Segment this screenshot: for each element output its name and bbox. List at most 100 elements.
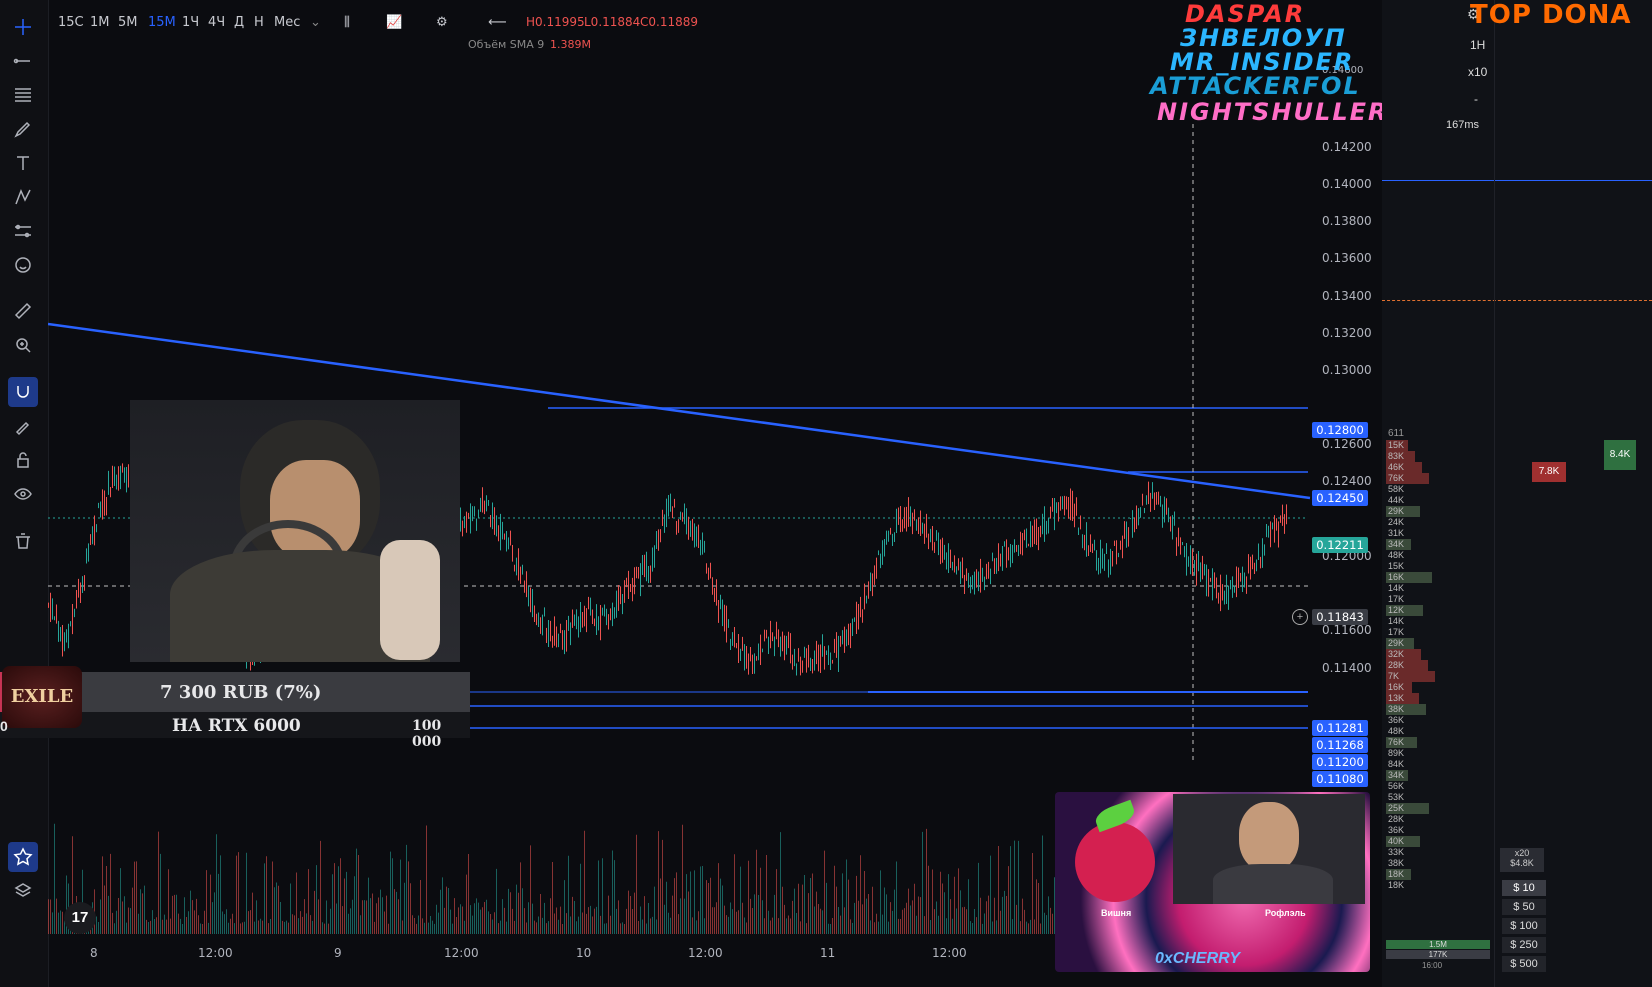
brush-icon[interactable] <box>8 114 38 144</box>
tick-0.130: 0.13000 <box>1322 363 1372 377</box>
guest-webcam <box>1173 794 1365 904</box>
dom-volume-cell: 29K <box>1386 506 1420 517</box>
bottom-time: 16:00 <box>1422 961 1443 970</box>
dom-volume-cell: 36K <box>1388 715 1405 725</box>
line-tool-icon[interactable]: ⟵ <box>488 15 507 30</box>
tick-0.116: 0.11600 <box>1322 623 1372 637</box>
ohlc-high: H0.11995 <box>526 15 585 29</box>
dom-volume-cell: 16K <box>1386 682 1412 693</box>
dom-volume-cell: 18K <box>1388 880 1405 890</box>
amount-50[interactable]: $ 50 <box>1502 899 1546 915</box>
game-logo: EXILE <box>2 666 82 728</box>
fib-icon[interactable] <box>8 80 38 110</box>
latency-label: 167ms <box>1446 119 1480 131</box>
tick-0.136: 0.13600 <box>1322 251 1372 265</box>
magnet-icon[interactable] <box>8 377 38 407</box>
badge-0.128: 0.12800 <box>1312 422 1368 438</box>
dom-volume-column: 15K 83K 46K 76K 58K 44K 29K 24K 31K 34K 48K 15K 16K 1… <box>1386 440 1446 891</box>
dash-label: - <box>1474 92 1478 106</box>
tf-d[interactable]: Д <box>234 15 244 30</box>
dom-volume-cell: 15K <box>1386 440 1408 451</box>
time-tick: 12:00 <box>688 946 723 960</box>
tf-15s[interactable]: 15С <box>58 15 84 30</box>
tf-4h[interactable]: 4Ч <box>208 15 225 30</box>
cherry-left-name: Вишня <box>1101 908 1132 918</box>
donation-zero: 0 <box>0 718 8 734</box>
multiplier-label[interactable]: x10 <box>1468 65 1487 79</box>
tf-5m[interactable]: 5М <box>118 15 138 30</box>
overlay-name-5: NIGHTSHULLER <box>1157 98 1389 126</box>
bubble-b: 8.4K <box>1604 440 1636 470</box>
dom-volume-cell: 32K <box>1386 649 1421 660</box>
tf-1m[interactable]: 1М <box>90 15 110 30</box>
dom-volume-cell: 56K <box>1388 781 1405 791</box>
prediction-icon[interactable] <box>8 216 38 246</box>
add-alert-icon[interactable]: + <box>1292 609 1308 625</box>
dom-volume-cell: 12K <box>1386 605 1423 616</box>
x20-box[interactable]: x20 $4.8K <box>1500 848 1544 872</box>
ohlc-close: C0.11889 <box>640 15 699 29</box>
pattern-icon[interactable] <box>8 182 38 212</box>
badge-0.12211: 0.12211 <box>1312 537 1368 553</box>
dom-611: 611 <box>1388 428 1404 439</box>
dom-volume-cell: 14K <box>1388 583 1405 593</box>
donation-goal-label: НА RTX 6000 <box>172 716 301 736</box>
interval-label[interactable]: 1H <box>1470 38 1485 52</box>
amount-250[interactable]: $ 250 <box>1502 937 1546 953</box>
tradingview-logo: 17 <box>64 902 96 934</box>
dom-volume-cell: 40K <box>1386 836 1420 847</box>
amount-10[interactable]: $ 10 <box>1502 880 1546 896</box>
trendline-icon[interactable] <box>8 46 38 76</box>
dom-volume-cell: 44K <box>1388 495 1405 505</box>
donation-goal-widget: EXILE 7 300 RUB (7%) НА RTX 6000 100 000… <box>0 666 470 750</box>
trash-icon[interactable] <box>8 526 38 556</box>
tick-0.124: 0.12400 <box>1322 474 1372 488</box>
tick-0.140: 0.14000 <box>1322 177 1372 191</box>
indicators-icon[interactable]: 📈 <box>386 15 402 30</box>
emoji-icon[interactable] <box>8 250 38 280</box>
dom-volume-cell: 46K <box>1386 462 1422 473</box>
time-tick: 11 <box>820 946 836 960</box>
lock-icon[interactable] <box>8 445 38 475</box>
dom-volume-cell: 58K <box>1388 484 1405 494</box>
eye-icon[interactable] <box>8 479 38 509</box>
ruler-icon[interactable] <box>8 296 38 326</box>
dom-volume-cell: 38K <box>1388 858 1405 868</box>
chevron-down-icon[interactable]: ⌄ <box>310 15 321 30</box>
dom-volume-cell: 34K <box>1386 770 1408 781</box>
gear-icon[interactable]: ⚙ <box>436 15 448 30</box>
layers-icon[interactable] <box>8 876 38 906</box>
cherry-right-name: Рофлэль <box>1265 908 1306 918</box>
drawing-toolbar <box>0 0 49 987</box>
dom-volume-cell: 17K <box>1388 627 1405 637</box>
tf-month[interactable]: Мес <box>274 15 300 30</box>
amount-500[interactable]: $ 500 <box>1502 956 1546 972</box>
tick-0.142: 0.14200 <box>1322 140 1372 154</box>
badge-0.1245: 0.12450 <box>1312 490 1368 506</box>
lock-drawing-icon[interactable] <box>8 411 38 441</box>
tick-0.134: 0.13400 <box>1322 289 1372 303</box>
amount-100[interactable]: $ 100 <box>1502 918 1546 934</box>
zoom-icon[interactable] <box>8 330 38 360</box>
time-tick: 12:00 <box>198 946 233 960</box>
tf-1h[interactable]: 1Ч <box>182 15 199 30</box>
dom-volume-cell: 33K <box>1388 847 1405 857</box>
star-icon[interactable] <box>8 842 38 872</box>
tf-w[interactable]: Н <box>254 15 264 30</box>
text-icon[interactable] <box>8 148 38 178</box>
crosshair-icon[interactable] <box>8 12 38 42</box>
dom-volume-cell: 38K <box>1386 704 1426 715</box>
time-tick: 9 <box>334 946 342 960</box>
dom-volume-cell: 16K <box>1386 572 1432 583</box>
badge-0.11281: 0.11281 <box>1312 720 1368 736</box>
cherry-brand: 0xCHERRY <box>1155 950 1241 967</box>
candles-icon[interactable]: ⫼ <box>344 15 350 30</box>
x20-value: $4.8K <box>1510 858 1534 868</box>
tick-0.138: 0.13800 <box>1322 214 1372 228</box>
streamer-webcam <box>130 400 460 662</box>
tick-0.114: 0.11400 <box>1322 661 1372 675</box>
tf-15m[interactable]: 15М <box>148 15 176 30</box>
dom-volume-cell: 17K <box>1388 594 1405 604</box>
bottom-vol-2: 177K <box>1386 950 1490 959</box>
dom-volume-cell: 28K <box>1388 814 1405 824</box>
